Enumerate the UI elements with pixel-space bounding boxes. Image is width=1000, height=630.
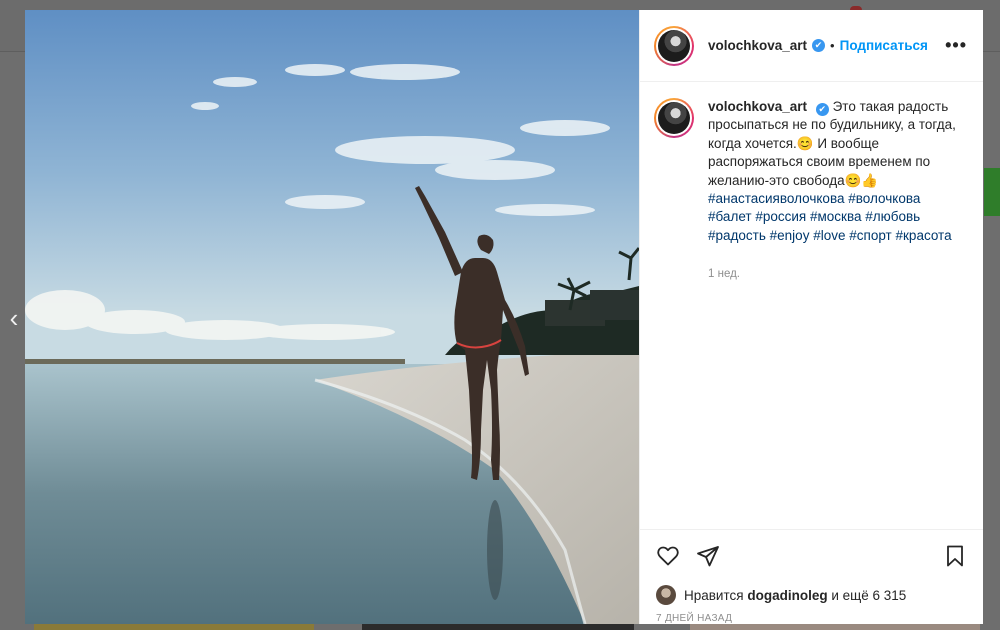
caption-username[interactable]: volochkova_art (708, 99, 807, 114)
hashtag-link[interactable]: #россия (755, 209, 806, 224)
thumbnail-dimmed (34, 624, 314, 630)
hashtag-list: #анастасияволочкова #волочкова #балет #р… (708, 190, 958, 245)
caption: volochkova_art ✔ Это такая радость просы… (708, 98, 958, 529)
post-header: volochkova_art ✔ • Подписаться ••• (640, 10, 983, 82)
more-options-icon[interactable]: ••• (945, 35, 967, 56)
beach-photo-image (25, 10, 639, 624)
separator-dot: • (830, 38, 835, 53)
post-modal: volochkova_art ✔ • Подписаться ••• voloc… (25, 10, 983, 624)
verified-badge-icon: ✔ (812, 39, 826, 52)
likes-summary[interactable]: Нравится dogadinoleg и ещё 6 315 (640, 581, 983, 609)
likes-count[interactable]: и ещё 6 315 (831, 588, 906, 603)
action-bar (640, 529, 983, 581)
likes-prefix: Нравится (684, 587, 744, 603)
liker-username[interactable]: dogadinoleg (747, 588, 827, 603)
hashtag-link[interactable]: #радость (708, 228, 766, 243)
author-avatar[interactable] (654, 25, 694, 66)
thumbnail-dimmed (362, 624, 634, 630)
avatar-image (658, 29, 690, 62)
hashtag-link[interactable]: #красота (896, 228, 952, 243)
hashtag-link[interactable]: #балет (708, 209, 752, 224)
hashtag-link[interactable]: #спорт (849, 228, 891, 243)
hashtag-link[interactable]: #москва (810, 209, 861, 224)
hashtag-link[interactable]: #волочкова (848, 191, 920, 206)
chevron-left-icon: ‹ (9, 303, 19, 333)
post-photo[interactable] (25, 10, 639, 624)
bookmark-icon[interactable] (943, 544, 967, 568)
author-username[interactable]: volochkova_art (708, 38, 807, 53)
previous-post-button[interactable]: ‹ (4, 303, 24, 333)
post-side-panel: volochkova_art ✔ • Подписаться ••• voloc… (639, 10, 983, 624)
caption-author-avatar[interactable] (654, 98, 694, 138)
side-content-dimmed (984, 168, 1000, 216)
follow-button[interactable]: Подписаться (840, 38, 928, 53)
comments-section: volochkova_art ✔ Это такая радость просы… (640, 82, 983, 529)
thumbnail-dimmed (690, 624, 980, 630)
post-date: 7 ДНЕЙ НАЗАД (656, 613, 733, 624)
hashtag-link[interactable]: #любовь (865, 209, 920, 224)
paper-plane-icon[interactable] (696, 544, 720, 568)
hashtag-link[interactable]: #love (813, 228, 845, 243)
liker-avatar (656, 585, 676, 605)
verified-badge-icon: ✔ (815, 103, 829, 116)
hashtag-link[interactable]: #анастасияволочкова (708, 191, 844, 206)
hashtag-link[interactable]: #enjoy (770, 228, 810, 243)
heart-icon[interactable] (656, 544, 680, 568)
caption-timestamp: 1 нед. (708, 268, 740, 281)
avatar-image (658, 102, 690, 134)
